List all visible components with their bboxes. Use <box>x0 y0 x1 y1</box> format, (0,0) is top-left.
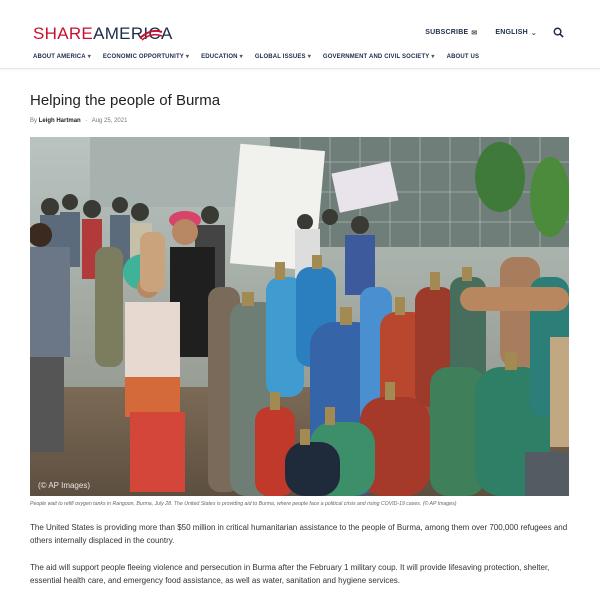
utility-bar: SUBSCRIBE ✉ ENGLISH ⌄ <box>425 27 564 38</box>
subscribe-label: SUBSCRIBE <box>425 29 469 36</box>
nav-label: GOVERNMENT AND CIVIL SOCIETY <box>322 53 430 60</box>
chevron-down-icon: ▾ <box>239 54 243 60</box>
article-photo: (© AP Images) <box>30 137 569 496</box>
nav-label: ABOUT AMERICA <box>33 53 86 60</box>
byline-prefix: By <box>30 118 38 124</box>
article-title: Helping the people of Burma <box>30 92 221 109</box>
article-byline: By Leigh Hartman - Aug 25, 2021 <box>30 118 127 124</box>
article-paragraph-1: The United States is providing more than… <box>30 523 568 545</box>
chevron-down-icon: ▾ <box>87 54 91 60</box>
author-link[interactable]: Leigh Hartman <box>39 118 81 124</box>
photo-caption: People wait to refill oxygen tanks in Ra… <box>30 501 457 507</box>
nav-item-education[interactable]: EDUCATION ▾ <box>201 53 243 61</box>
nav-item-about-america[interactable]: ABOUT AMERICA ▾ <box>33 53 91 61</box>
main-nav: ABOUT AMERICA ▾ ECONOMIC OPPORTUNITY ▾ EDU… <box>33 53 491 61</box>
chevron-down-icon: ▾ <box>307 54 311 60</box>
language-selector[interactable]: ENGLISH ⌄ <box>495 29 537 37</box>
search-icon[interactable] <box>553 27 564 38</box>
chevron-down-icon: ⌄ <box>530 29 537 37</box>
nav-label: GLOBAL ISSUES <box>254 53 306 60</box>
photo-illustration <box>30 137 569 496</box>
nav-item-economic-opportunity[interactable]: ECONOMIC OPPORTUNITY ▾ <box>102 53 190 61</box>
photo-watermark: (© AP Images) <box>38 481 90 490</box>
nav-item-government-civil-society[interactable]: GOVERNMENT AND CIVIL SOCIETY ▾ <box>322 53 435 61</box>
nav-item-global-issues[interactable]: GLOBAL ISSUES ▾ <box>254 53 311 61</box>
logo-swoosh-icon <box>139 29 163 41</box>
article-paragraph-2: The aid will support people fleeing viol… <box>30 563 550 585</box>
chevron-down-icon: ▾ <box>431 54 435 60</box>
nav-item-about-us[interactable]: ABOUT US <box>447 53 480 60</box>
nav-label: ECONOMIC OPPORTUNITY <box>102 53 184 60</box>
site-header: SHAREAMERICA SUBSCRIBE ✉ ENGLISH ⌄ ABOUT… <box>0 0 600 69</box>
nav-label: EDUCATION <box>201 53 238 60</box>
article-date: Aug 25, 2021 <box>91 118 128 124</box>
language-label: ENGLISH <box>495 29 528 36</box>
subscribe-mail-icon: ✉ <box>471 29 478 37</box>
subscribe-link[interactable]: SUBSCRIBE ✉ <box>425 29 477 37</box>
chevron-down-icon: ▾ <box>185 54 190 60</box>
nav-label: ABOUT US <box>446 53 480 60</box>
byline-separator: - <box>85 118 88 124</box>
logo-share-text: SHARE <box>33 24 94 43</box>
